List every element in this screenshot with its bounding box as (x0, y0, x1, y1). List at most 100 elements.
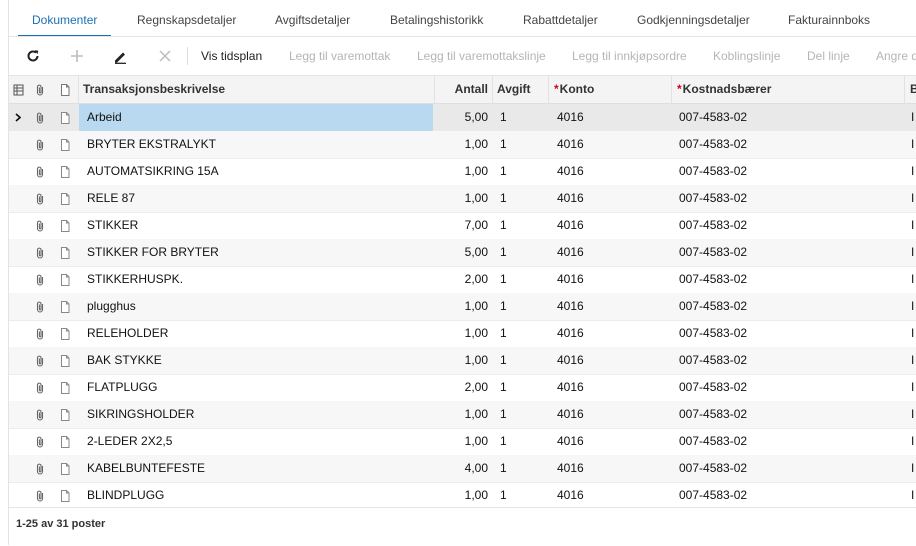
table-row[interactable]: STIKKER FOR BRYTER 5,00 1 4016 007-4583-02 I (9, 239, 916, 267)
cell-quantity[interactable]: 5,00 (434, 239, 492, 266)
cell-tax[interactable]: 1 (496, 455, 552, 482)
cell-description[interactable]: BAK STYKKE (79, 347, 433, 374)
cell-next[interactable]: I (911, 185, 916, 212)
legg-til-innkjopsordre-button[interactable]: Legg til innkjøpsordre (572, 37, 687, 75)
row-current-arrow-icon[interactable] (9, 158, 27, 185)
cell-tax[interactable]: 1 (496, 428, 552, 455)
document-icon[interactable] (55, 239, 75, 266)
tab-betalingshistorikk[interactable]: Betalingshistorikk (390, 0, 483, 36)
cell-next[interactable]: I (911, 131, 916, 158)
pencil-icon[interactable] (110, 46, 130, 66)
attachment-icon[interactable] (30, 374, 50, 401)
cell-quantity[interactable]: 2,00 (434, 266, 492, 293)
document-icon[interactable] (55, 374, 75, 401)
cell-description[interactable]: BLINDPLUGG (79, 482, 433, 506)
attachment-icon[interactable] (30, 482, 50, 506)
cell-quantity[interactable]: 5,00 (434, 104, 492, 131)
cell-next[interactable]: I (911, 266, 916, 293)
tab-regnskapsdetaljer[interactable]: Regnskapsdetaljer (137, 0, 236, 36)
table-row[interactable]: FLATPLUGG 2,00 1 4016 007-4583-02 I (9, 374, 916, 402)
cell-description[interactable]: STIKKERHUSPK. (79, 266, 433, 293)
cell-quantity[interactable]: 1,00 (434, 482, 492, 506)
attachment-icon[interactable] (30, 185, 50, 212)
cell-quantity[interactable]: 2,00 (434, 374, 492, 401)
table-row[interactable]: SIKRINGSHOLDER 1,00 1 4016 007-4583-02 I (9, 401, 916, 429)
cell-description[interactable]: 2-LEDER 2X2,5 (79, 428, 433, 455)
cell-account[interactable]: 4016 (557, 293, 667, 320)
attachment-icon[interactable] (30, 455, 50, 482)
table-row[interactable]: RELE 87 1,00 1 4016 007-4583-02 I (9, 185, 916, 213)
cell-description[interactable]: AUTOMATSIKRING 15A (79, 158, 433, 185)
cell-tax[interactable]: 1 (496, 482, 552, 506)
cell-account[interactable]: 4016 (557, 212, 667, 239)
cell-description[interactable]: RELEHOLDER (79, 320, 433, 347)
table-row[interactable]: BAK STYKKE 1,00 1 4016 007-4583-02 I (9, 347, 916, 375)
tab-avgiftsdetaljer[interactable]: Avgiftsdetaljer (275, 0, 350, 36)
cell-quantity[interactable]: 1,00 (434, 293, 492, 320)
document-icon[interactable] (55, 158, 75, 185)
row-current-arrow-icon[interactable] (9, 320, 27, 347)
row-current-arrow-icon[interactable] (9, 374, 27, 401)
cell-cost-carrier[interactable]: 007-4583-02 (679, 428, 899, 455)
cell-description[interactable]: Arbeid (79, 104, 433, 131)
cell-description[interactable]: plugghus (79, 293, 433, 320)
table-row[interactable]: KABELBUNTEFESTE 4,00 1 4016 007-4583-02 I (9, 455, 916, 483)
cell-next[interactable]: I (911, 293, 916, 320)
tab-fakturainnboks[interactable]: Fakturainnboks (788, 0, 870, 36)
cell-tax[interactable]: 1 (496, 131, 552, 158)
cell-account[interactable]: 4016 (557, 131, 667, 158)
cell-tax[interactable]: 1 (496, 239, 552, 266)
cell-account[interactable]: 4016 (557, 266, 667, 293)
cell-cost-carrier[interactable]: 007-4583-02 (679, 347, 899, 374)
cell-cost-carrier[interactable]: 007-4583-02 (679, 158, 899, 185)
document-icon[interactable] (55, 320, 75, 347)
cell-description[interactable]: STIKKER (79, 212, 433, 239)
cell-next[interactable]: I (911, 482, 916, 506)
row-current-arrow-icon[interactable] (9, 347, 27, 374)
attachment-icon[interactable] (30, 131, 50, 158)
attachment-icon[interactable] (30, 158, 50, 185)
row-current-arrow-icon[interactable] (9, 239, 27, 266)
document-icon[interactable] (55, 347, 75, 374)
cell-next[interactable]: I (911, 320, 916, 347)
cell-cost-carrier[interactable]: 007-4583-02 (679, 374, 899, 401)
cell-account[interactable]: 4016 (557, 239, 667, 266)
row-current-arrow-icon[interactable] (9, 131, 27, 158)
document-icon[interactable] (55, 293, 75, 320)
cell-tax[interactable]: 1 (496, 185, 552, 212)
attachment-icon[interactable] (30, 266, 50, 293)
document-icon[interactable] (55, 185, 75, 212)
cell-cost-carrier[interactable]: 007-4583-02 (679, 104, 899, 131)
attachment-icon[interactable] (30, 293, 50, 320)
column-header-tax[interactable]: Avgift (492, 76, 553, 103)
legg-til-varemottak-button[interactable]: Legg til varemottak (289, 37, 390, 75)
column-header-account[interactable]: *Konto (548, 76, 677, 103)
tab-dokumenter[interactable]: Dokumenter (17, 0, 112, 36)
table-row[interactable]: 2-LEDER 2X2,5 1,00 1 4016 007-4583-02 I (9, 428, 916, 456)
row-current-arrow-icon[interactable] (9, 185, 27, 212)
cell-account[interactable]: 4016 (557, 158, 667, 185)
cell-quantity[interactable]: 1,00 (434, 347, 492, 374)
table-row[interactable]: STIKKERHUSPK. 2,00 1 4016 007-4583-02 I (9, 266, 916, 294)
cell-account[interactable]: 4016 (557, 104, 667, 131)
cell-cost-carrier[interactable]: 007-4583-02 (679, 212, 899, 239)
cell-next[interactable]: I (911, 374, 916, 401)
cell-description[interactable]: KABELBUNTEFESTE (79, 455, 433, 482)
vis-tidsplan-button[interactable]: Vis tidsplan (201, 37, 262, 75)
cell-account[interactable]: 4016 (557, 320, 667, 347)
attachment-icon[interactable] (30, 428, 50, 455)
row-selector-header-icon[interactable] (9, 76, 27, 103)
attachment-icon[interactable] (30, 104, 50, 131)
cell-next[interactable]: I (911, 401, 916, 428)
koblingslinje-button[interactable]: Koblingslinje (713, 37, 780, 75)
cell-quantity[interactable]: 1,00 (434, 131, 492, 158)
cell-cost-carrier[interactable]: 007-4583-02 (679, 482, 899, 506)
cell-quantity[interactable]: 1,00 (434, 428, 492, 455)
cell-next[interactable]: I (911, 104, 916, 131)
row-current-arrow-icon[interactable] (9, 212, 27, 239)
document-icon[interactable] (55, 212, 75, 239)
row-current-arrow-icon[interactable] (9, 482, 27, 506)
cell-account[interactable]: 4016 (557, 185, 667, 212)
cell-tax[interactable]: 1 (496, 212, 552, 239)
attachment-icon[interactable] (30, 239, 50, 266)
